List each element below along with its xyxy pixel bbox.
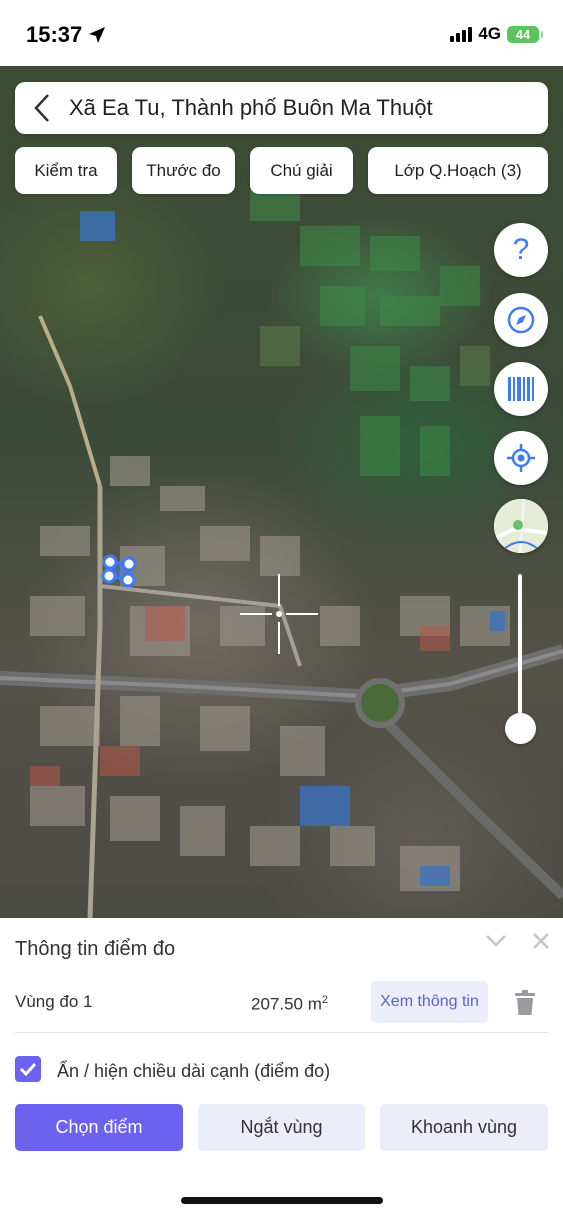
barcode-button[interactable]	[494, 362, 548, 416]
location-arrow-icon	[89, 27, 106, 43]
time-text: 15:37	[26, 22, 83, 47]
cell-signal-icon	[450, 26, 473, 42]
chevron-left-icon	[34, 94, 49, 122]
zoom-slider-thumb[interactable]	[505, 713, 536, 744]
locate-icon	[507, 444, 535, 472]
break-area-button[interactable]: Ngắt vùng	[198, 1104, 365, 1151]
barcode-icon	[508, 377, 534, 401]
chip-legend[interactable]: Chú giải	[250, 147, 353, 194]
collapse-chevron-icon[interactable]	[485, 934, 507, 948]
edge-length-checkbox[interactable]	[15, 1056, 41, 1082]
measurement-row: Vùng đo 1 207.50 m2 Xem thông tin	[15, 980, 548, 1033]
compass-icon	[507, 306, 535, 334]
signal-group: 4G 44	[450, 24, 543, 44]
measurement-panel: Thông tin điểm đo Vùng đo 1 207.50 m2 Xe…	[0, 918, 563, 1218]
battery-icon: 44	[507, 25, 543, 43]
area-unit-exponent: 2	[321, 994, 329, 1006]
help-button[interactable]: ?	[494, 223, 548, 277]
battery-level: 44	[515, 26, 531, 42]
checkmark-icon	[19, 1062, 37, 1076]
map-layer-thumbnail	[494, 499, 548, 553]
home-indicator	[181, 1197, 383, 1204]
chip-ruler[interactable]: Thước đo	[132, 147, 235, 194]
trash-icon	[515, 990, 535, 1015]
location-title: Xã Ea Tu, Thành phố Buôn Ma Thuột	[69, 95, 433, 120]
measurement-name: Vùng đo 1	[15, 992, 93, 1011]
view-info-button[interactable]: Xem thông tin	[371, 981, 488, 1023]
zone-area-button[interactable]: Khoanh vùng	[380, 1104, 548, 1151]
help-icon: ?	[512, 233, 530, 266]
map-layer-button[interactable]	[494, 499, 548, 553]
chip-planning-layer[interactable]: Lớp Q.Hoạch (3)	[368, 147, 548, 194]
compass-button[interactable]	[494, 293, 548, 347]
location-search-bar[interactable]: Xã Ea Tu, Thành phố Buôn Ma Thuột	[15, 82, 548, 134]
delete-button[interactable]	[512, 988, 538, 1018]
locate-button[interactable]	[494, 431, 548, 485]
clock: 15:37	[26, 22, 106, 48]
close-icon[interactable]	[532, 932, 550, 950]
edge-length-label: Ẩn / hiện chiều dài cạnh (điểm đo)	[57, 1061, 331, 1081]
chip-check[interactable]: Kiểm tra	[15, 147, 117, 194]
area-value: 207.50 m	[251, 994, 322, 1014]
measurement-area: 207.50 m2	[251, 994, 328, 1015]
measurement-points[interactable]	[101, 554, 137, 588]
back-button[interactable]	[15, 82, 69, 134]
network-type: 4G	[478, 24, 501, 43]
status-bar: 15:37 4G 44	[0, 0, 563, 66]
zoom-slider-track[interactable]	[518, 574, 522, 730]
select-point-button[interactable]: Chọn điểm	[15, 1104, 183, 1151]
panel-title: Thông tin điểm đo	[15, 938, 176, 960]
